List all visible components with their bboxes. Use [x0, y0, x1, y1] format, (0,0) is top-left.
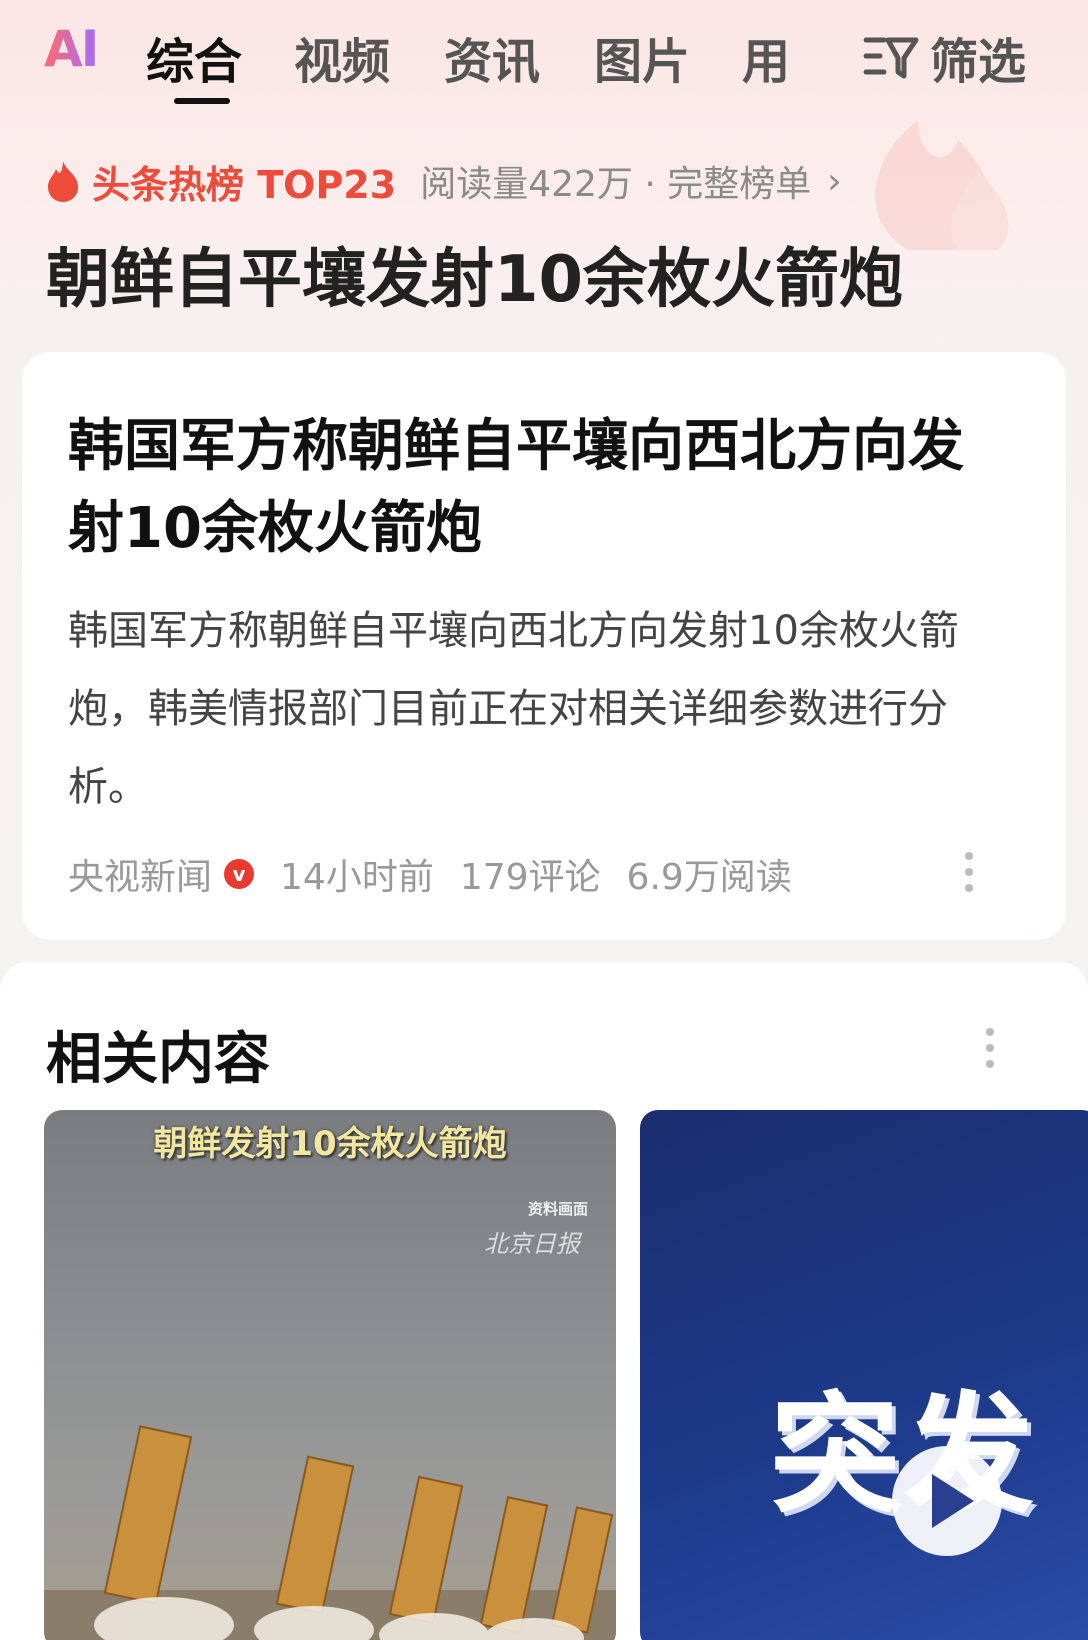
verified-badge-icon: v: [224, 859, 255, 889]
tab-user[interactable]: 用: [742, 22, 790, 92]
hot-list-meta: 阅读量422万 · 完整榜单: [420, 164, 812, 205]
thumbnail-watermark: 资料画面: [527, 1200, 588, 1218]
tab-video[interactable]: 视频: [294, 22, 390, 92]
flame-icon: [48, 161, 78, 202]
news-reads: 6.9万阅读: [626, 857, 792, 898]
filter-button[interactable]: 筛选: [862, 22, 1026, 92]
related-thumbnail-breaking-news[interactable]: 突发: [640, 1110, 1088, 1640]
more-options-icon[interactable]: [986, 1028, 996, 1068]
tab-images[interactable]: 图片: [594, 22, 690, 92]
play-icon[interactable]: [892, 1446, 1002, 1556]
news-time: 14小时前: [280, 857, 434, 898]
news-meta: 央视新闻 v 14小时前 179评论 6.9万阅读: [68, 848, 792, 900]
top-tab-bar: AI 综合 视频 资讯 图片 用 筛选: [0, 0, 1088, 110]
news-card[interactable]: 韩国军方称朝鲜自平壤向西北方向发射10余枚火箭炮 韩国军方称朝鲜自平壤向西北方向…: [22, 352, 1066, 940]
news-source[interactable]: 央视新闻 v: [68, 848, 255, 900]
news-title[interactable]: 韩国军方称朝鲜自平壤向西北方向发射10余枚火箭炮: [68, 406, 988, 570]
active-tab-indicator: [174, 98, 230, 104]
tab-news[interactable]: 资讯: [444, 22, 540, 92]
hot-list-row[interactable]: 头条热榜 TOP23 阅读量422万 · 完整榜单 ›: [44, 156, 842, 207]
chevron-right-icon: ›: [827, 160, 842, 202]
thumbnail-watermark-logo: 北京日报: [484, 1230, 580, 1258]
hot-list-label: 头条热榜 TOP23: [92, 162, 397, 207]
thumbnail-caption: 朝鲜发射10余枚火箭炮: [153, 1124, 507, 1164]
tab-comprehensive[interactable]: 综合: [146, 22, 242, 92]
related-thumbnail-rocket-launch[interactable]: 朝鲜发射10余枚火箭炮 资料画面 北京日报: [44, 1110, 616, 1640]
source-name: 央视新闻: [68, 857, 213, 898]
related-section: 相关内容 朝鲜发射10余枚火箭炮 资料画面 北京日报 突发: [0, 962, 1088, 1640]
news-summary: 韩国军方称朝鲜自平壤向西北方向发射10余枚火箭炮，韩美情报部门目前正在对相关详细…: [68, 608, 959, 810]
topic-title: 朝鲜自平壤发射10余枚火箭炮: [46, 243, 904, 317]
filter-label: 筛选: [930, 34, 1027, 90]
news-comments: 179评论: [459, 857, 601, 898]
related-title: 相关内容: [46, 1027, 270, 1092]
ai-tab[interactable]: AI: [44, 20, 99, 78]
more-options-icon[interactable]: [965, 852, 975, 892]
rocket-launchers-image: [44, 1425, 616, 1640]
filter-icon: [863, 37, 919, 79]
